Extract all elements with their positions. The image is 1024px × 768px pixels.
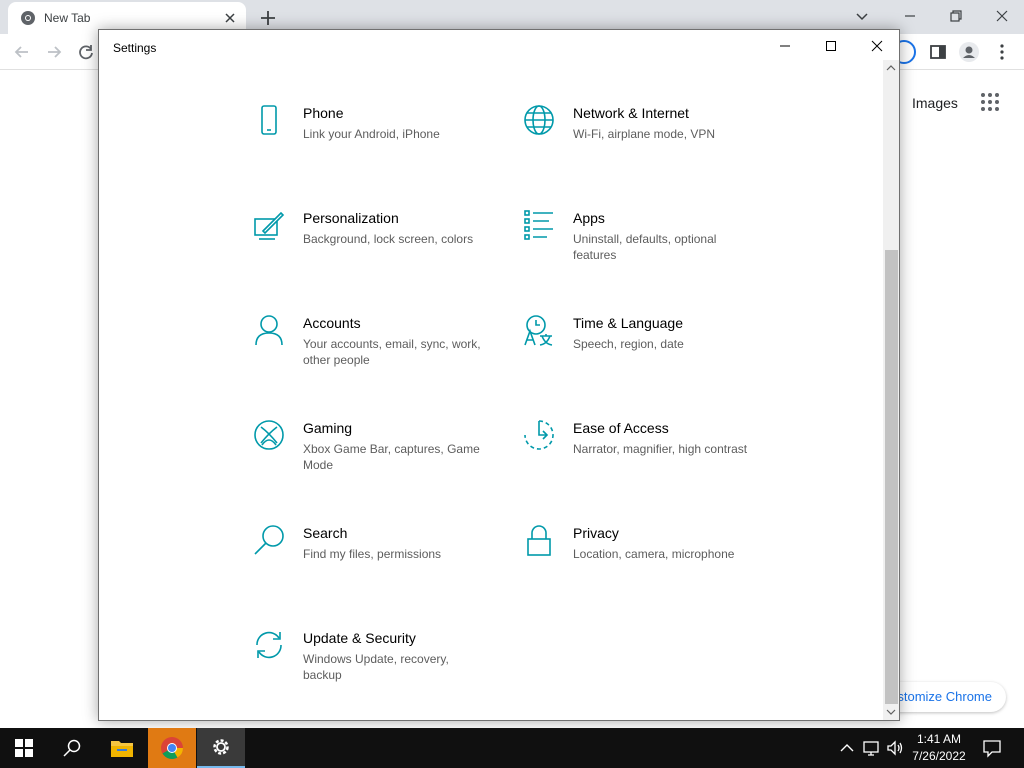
apps-list-icon (524, 210, 553, 240)
tab-title: New Tab (44, 11, 91, 25)
gear-icon (213, 739, 229, 755)
phone-icon (261, 105, 277, 135)
chrome-restore-icon[interactable] (946, 6, 966, 26)
settings-item-desc: Find my files, permissions (303, 547, 442, 561)
scroll-up-icon[interactable] (886, 63, 896, 73)
taskbar-search-button[interactable] (48, 728, 96, 768)
notifications-icon[interactable] (982, 738, 1002, 758)
chrome-menu-icon[interactable] (992, 42, 1012, 62)
settings-item-desc: Windows Update, recovery, backup (303, 652, 449, 682)
settings-minimize-button[interactable] (762, 30, 808, 62)
show-hidden-icons-chevron-icon[interactable] (838, 739, 856, 757)
settings-maximize-button[interactable] (808, 30, 854, 62)
settings-item-title: Privacy (573, 525, 619, 541)
settings-item-phone[interactable]: Phone Link your Android, iPhone (253, 104, 493, 184)
lock-icon (527, 525, 551, 556)
settings-item-title: Gaming (303, 420, 353, 436)
settings-item-title: Search (303, 525, 348, 541)
settings-item-privacy[interactable]: Privacy Location, camera, microphone (523, 524, 763, 604)
xbox-icon (254, 420, 284, 450)
settings-item-network[interactable]: Network & Internet Wi-Fi, airplane mode,… (523, 104, 763, 184)
start-button[interactable] (0, 728, 48, 768)
settings-item-desc: Wi-Fi, airplane mode, VPN (573, 127, 716, 141)
tab-close-icon[interactable] (222, 10, 238, 26)
minimize-icon (780, 45, 790, 47)
settings-item-title: Update & Security (303, 630, 416, 646)
settings-item-title: Network & Internet (573, 105, 689, 121)
taskbar-chrome[interactable] (148, 728, 196, 768)
maximize-icon (826, 41, 836, 51)
close-icon (871, 40, 883, 52)
windows-logo-icon (15, 739, 33, 757)
settings-item-desc: Speech, region, date (573, 337, 684, 351)
settings-window-title: Settings (113, 41, 157, 55)
taskbar-clock[interactable]: 1:41 AM 7/26/2022 (902, 731, 976, 765)
settings-item-search[interactable]: Search Find my files, permissions (253, 524, 493, 604)
taskbar-settings[interactable] (197, 728, 245, 768)
paintbrush-icon (254, 211, 285, 240)
back-arrow-icon[interactable] (12, 42, 32, 62)
globe-icon (524, 105, 554, 135)
scroll-thumb[interactable] (885, 250, 898, 704)
folder-icon (111, 741, 133, 757)
chrome-close-icon[interactable] (992, 6, 1012, 26)
settings-item-desc: Your accounts, email, sync, work, other … (303, 337, 481, 367)
forward-arrow-icon[interactable] (44, 42, 64, 62)
settings-item-title: Accounts (303, 315, 361, 331)
clock-date: 7/26/2022 (912, 749, 966, 763)
taskbar-file-explorer[interactable] (98, 728, 146, 768)
settings-item-update-security[interactable]: Update & Security Windows Update, recove… (253, 629, 493, 709)
chrome-logo-icon (161, 737, 183, 759)
settings-item-apps[interactable]: Apps Uninstall, defaults, optional featu… (523, 209, 763, 289)
taskbar: 1:41 AM 7/26/2022 (0, 728, 1024, 768)
settings-close-button[interactable] (854, 30, 899, 62)
settings-item-personalization[interactable]: Personalization Background, lock screen,… (253, 209, 493, 289)
settings-item-time-language[interactable]: Time & Language Speech, region, date (523, 314, 763, 394)
scroll-down-icon[interactable] (886, 707, 896, 717)
settings-item-desc: Xbox Game Bar, captures, Game Mode (303, 442, 480, 472)
search-icon (254, 525, 284, 555)
settings-item-desc: Location, camera, microphone (573, 547, 735, 561)
settings-item-desc: Uninstall, defaults, optional features (573, 232, 717, 262)
time-language-icon (524, 315, 553, 346)
person-icon (255, 315, 283, 346)
settings-item-title: Time & Language (573, 315, 683, 331)
profile-avatar-icon[interactable] (958, 41, 980, 63)
settings-item-ease-of-access[interactable]: Ease of Access Narrator, magnifier, high… (523, 419, 763, 499)
chrome-favicon-icon (21, 11, 35, 25)
chrome-minimize-icon[interactable] (900, 6, 920, 26)
clock-time: 1:41 AM (916, 732, 962, 746)
google-apps-icon[interactable] (980, 92, 1000, 112)
settings-item-gaming[interactable]: Gaming Xbox Game Bar, captures, Game Mod… (253, 419, 493, 499)
settings-item-title: Phone (303, 105, 344, 121)
settings-item-title: Apps (573, 210, 605, 226)
settings-scrollbar[interactable] (883, 60, 899, 720)
side-panel-icon[interactable] (928, 42, 948, 62)
settings-item-desc: Background, lock screen, colors (303, 232, 474, 246)
settings-item-title: Ease of Access (573, 420, 669, 436)
reload-icon[interactable] (76, 42, 96, 62)
settings-item-title: Personalization (303, 210, 399, 226)
search-icon (63, 739, 81, 757)
new-tab-icon[interactable] (258, 8, 278, 28)
settings-window: Settings Phone Link your Android, iPhone… (98, 29, 900, 721)
ease-of-access-icon (524, 420, 554, 450)
sync-icon (256, 631, 282, 659)
settings-item-accounts[interactable]: Accounts Your accounts, email, sync, wor… (253, 314, 493, 394)
settings-item-desc: Narrator, magnifier, high contrast (573, 442, 748, 456)
network-icon[interactable] (862, 739, 880, 757)
images-link[interactable]: Images (912, 95, 958, 111)
tab-search-icon[interactable] (852, 6, 872, 26)
settings-item-desc: Link your Android, iPhone (303, 127, 440, 141)
